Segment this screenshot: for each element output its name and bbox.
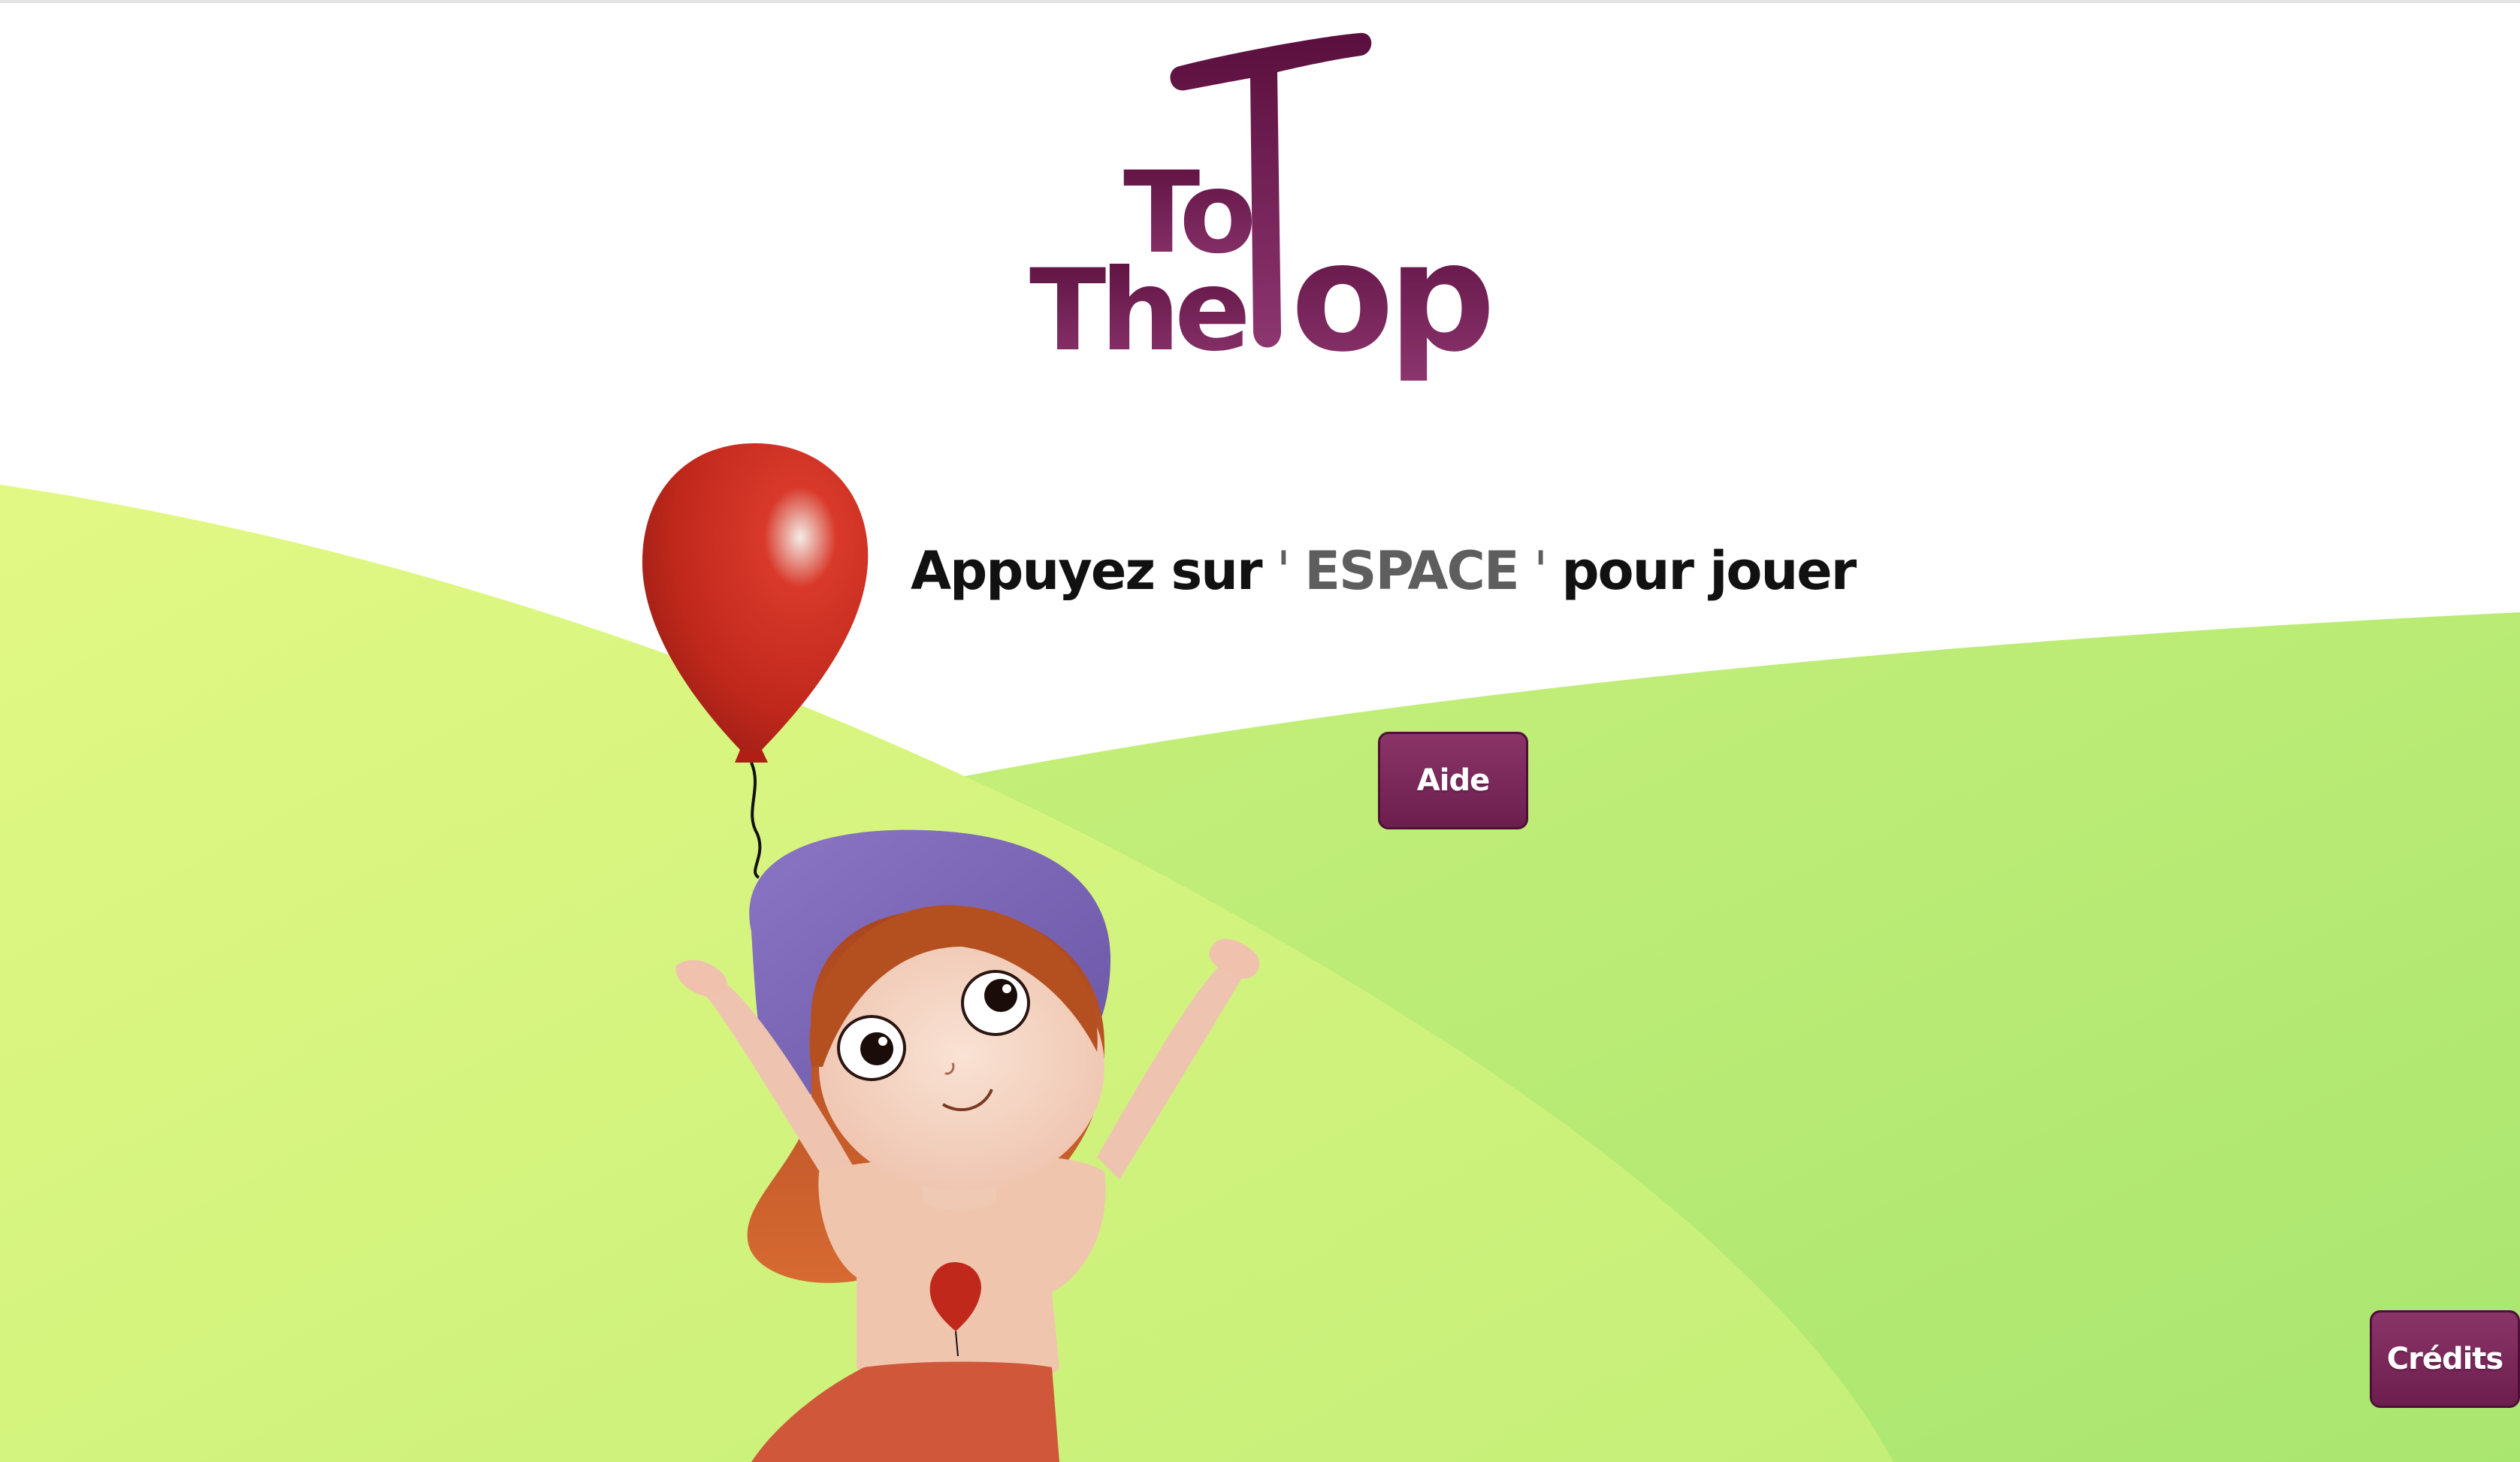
help-button[interactable]: Aide (1378, 732, 1528, 829)
prompt-quote-close: ' (1518, 540, 1562, 602)
game-logo: The To op (1029, 32, 1496, 385)
prompt-before: Appuyez sur (911, 540, 1262, 602)
logo-word-op: op (1291, 210, 1490, 385)
prompt-key: ESPACE (1304, 540, 1519, 602)
scene-background: The To op (0, 32, 2520, 1462)
credits-button-label: Crédits (2386, 1342, 2503, 1376)
help-button-label: Aide (1416, 763, 1490, 798)
logo-word-to: To (1123, 148, 1252, 279)
prompt-after: pour jouer (1561, 540, 1857, 602)
game-title-screen: The To op Appuyez sur ' ESPACE ' pour jo… (0, 0, 2520, 1462)
prompt-quote-open: ' (1261, 540, 1305, 602)
start-prompt: Appuyez sur ' ESPACE ' pour jouer (911, 545, 1857, 597)
credits-button[interactable]: Crédits (2370, 1310, 2520, 1408)
